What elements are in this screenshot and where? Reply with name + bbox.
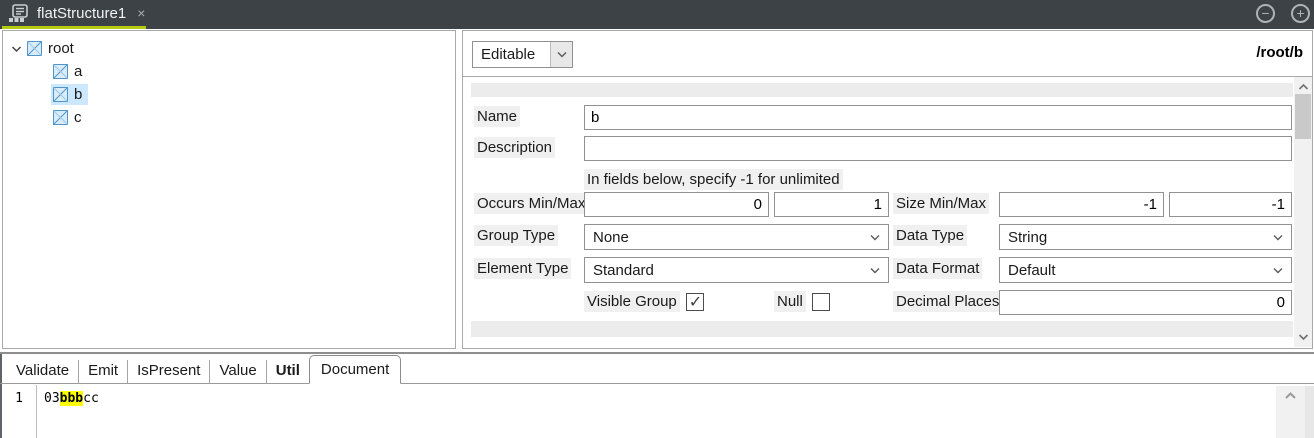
bottom-panel: Validate Emit IsPresent Value Util Docum… bbox=[0, 352, 1314, 438]
code-segment: cc bbox=[83, 391, 99, 406]
data-type-label: Data Type bbox=[893, 225, 967, 246]
scroll-up-icon[interactable] bbox=[1276, 391, 1305, 400]
editor-scroll-corner bbox=[1305, 386, 1314, 438]
tree-item-root[interactable]: root bbox=[3, 37, 455, 60]
element-type-value: Standard bbox=[593, 262, 654, 279]
code-segment: 03 bbox=[44, 391, 60, 406]
scroll-up-icon[interactable] bbox=[1294, 79, 1312, 95]
unlimited-hint: In fields below, specify -1 for unlimite… bbox=[584, 169, 843, 190]
occurs-min-input[interactable] bbox=[584, 192, 769, 217]
tree-item-label: root bbox=[48, 40, 74, 57]
form-scrollbar[interactable] bbox=[1294, 77, 1312, 347]
close-tab-icon[interactable]: × bbox=[135, 5, 147, 21]
form-body: Name Description In fields below, specif… bbox=[464, 77, 1293, 347]
structure-tree-panel: root a b bbox=[2, 30, 456, 349]
tree-item-label: c bbox=[74, 109, 82, 126]
element-type-select[interactable]: Standard bbox=[584, 257, 889, 283]
tree-item-a[interactable]: a bbox=[3, 60, 455, 83]
data-type-value: String bbox=[1008, 229, 1047, 246]
tab-value[interactable]: Value bbox=[210, 360, 266, 383]
active-tab-underline bbox=[2, 26, 146, 29]
group-type-label: Group Type bbox=[474, 225, 558, 246]
size-max-input[interactable] bbox=[1169, 192, 1292, 217]
chevron-down-icon[interactable] bbox=[11, 45, 25, 53]
form-header: Editable /root/b bbox=[463, 31, 1312, 77]
highlighted-code-segment: bbb bbox=[60, 391, 83, 406]
description-label: Description bbox=[474, 137, 555, 158]
tree-item-c[interactable]: c bbox=[3, 106, 455, 129]
tab-document[interactable]: Document bbox=[309, 355, 401, 384]
visible-group-label: Visible Group bbox=[584, 291, 680, 312]
tab-validate[interactable]: Validate bbox=[7, 360, 79, 383]
editor-titlebar: flatStructure1 × − + bbox=[0, 0, 1314, 29]
element-node-icon bbox=[53, 64, 68, 79]
size-minmax-label: Size Min/Max bbox=[893, 193, 989, 214]
line-number-gutter: 1 bbox=[2, 385, 37, 438]
name-label: Name bbox=[474, 106, 520, 127]
mode-select[interactable]: Editable bbox=[472, 41, 573, 68]
null-checkbox[interactable] bbox=[812, 293, 830, 311]
visible-group-checkbox[interactable] bbox=[686, 293, 704, 311]
chevron-down-icon bbox=[1273, 267, 1283, 274]
data-type-select[interactable]: String bbox=[999, 224, 1292, 250]
collapse-all-button[interactable]: − bbox=[1256, 4, 1275, 23]
chevron-down-icon[interactable] bbox=[550, 42, 572, 67]
structure-icon bbox=[8, 4, 28, 23]
selected-tree-node[interactable]: b bbox=[51, 84, 88, 105]
section-band bbox=[471, 321, 1293, 337]
decimal-places-label: Decimal Places bbox=[893, 291, 1002, 312]
scroll-down-icon[interactable] bbox=[1294, 329, 1312, 345]
tab-util[interactable]: Util bbox=[267, 360, 309, 383]
occurs-minmax-label: Occurs Min/Max bbox=[474, 193, 588, 214]
tree-item-label: a bbox=[74, 63, 82, 80]
expand-all-button[interactable]: + bbox=[1291, 4, 1310, 23]
document-tab-flatstructure1[interactable]: flatStructure1 × bbox=[2, 0, 155, 26]
element-path: /root/b bbox=[1256, 44, 1303, 61]
occurs-max-input[interactable] bbox=[774, 192, 889, 217]
chevron-down-icon bbox=[870, 267, 880, 274]
data-format-label: Data Format bbox=[893, 258, 982, 279]
tab-title: flatStructure1 bbox=[37, 5, 126, 22]
tree-item-label: b bbox=[74, 86, 82, 103]
chevron-down-icon bbox=[1273, 234, 1283, 241]
tree-item-b[interactable]: b bbox=[3, 83, 455, 106]
chevron-down-icon bbox=[870, 234, 880, 241]
element-node-icon bbox=[53, 87, 68, 102]
element-node-icon bbox=[53, 110, 68, 125]
data-format-value: Default bbox=[1008, 262, 1056, 279]
null-label: Null bbox=[774, 291, 806, 312]
scrollbar-thumb[interactable] bbox=[1295, 94, 1311, 139]
name-input[interactable] bbox=[584, 105, 1292, 130]
script-tabs: Validate Emit IsPresent Value Util Docum… bbox=[0, 354, 1314, 384]
section-band bbox=[471, 83, 1293, 97]
mode-select-value: Editable bbox=[473, 42, 550, 67]
document-editor[interactable]: 1 03bbbcc bbox=[2, 385, 1314, 438]
description-input[interactable] bbox=[584, 136, 1292, 161]
code-line[interactable]: 03bbbcc bbox=[44, 391, 99, 406]
element-node-icon bbox=[27, 41, 42, 56]
size-min-input[interactable] bbox=[999, 192, 1164, 217]
element-type-label: Element Type bbox=[474, 258, 571, 279]
tab-ispresent[interactable]: IsPresent bbox=[128, 360, 210, 383]
element-properties-panel: Editable /root/b Name Description In fie… bbox=[462, 30, 1313, 349]
editor-scrollbar[interactable] bbox=[1276, 386, 1305, 438]
decimal-places-input[interactable] bbox=[999, 290, 1292, 315]
line-number: 1 bbox=[2, 385, 36, 406]
data-format-select[interactable]: Default bbox=[999, 257, 1292, 283]
tab-emit[interactable]: Emit bbox=[79, 360, 128, 383]
group-type-value: None bbox=[593, 229, 629, 246]
group-type-select[interactable]: None bbox=[584, 224, 889, 250]
